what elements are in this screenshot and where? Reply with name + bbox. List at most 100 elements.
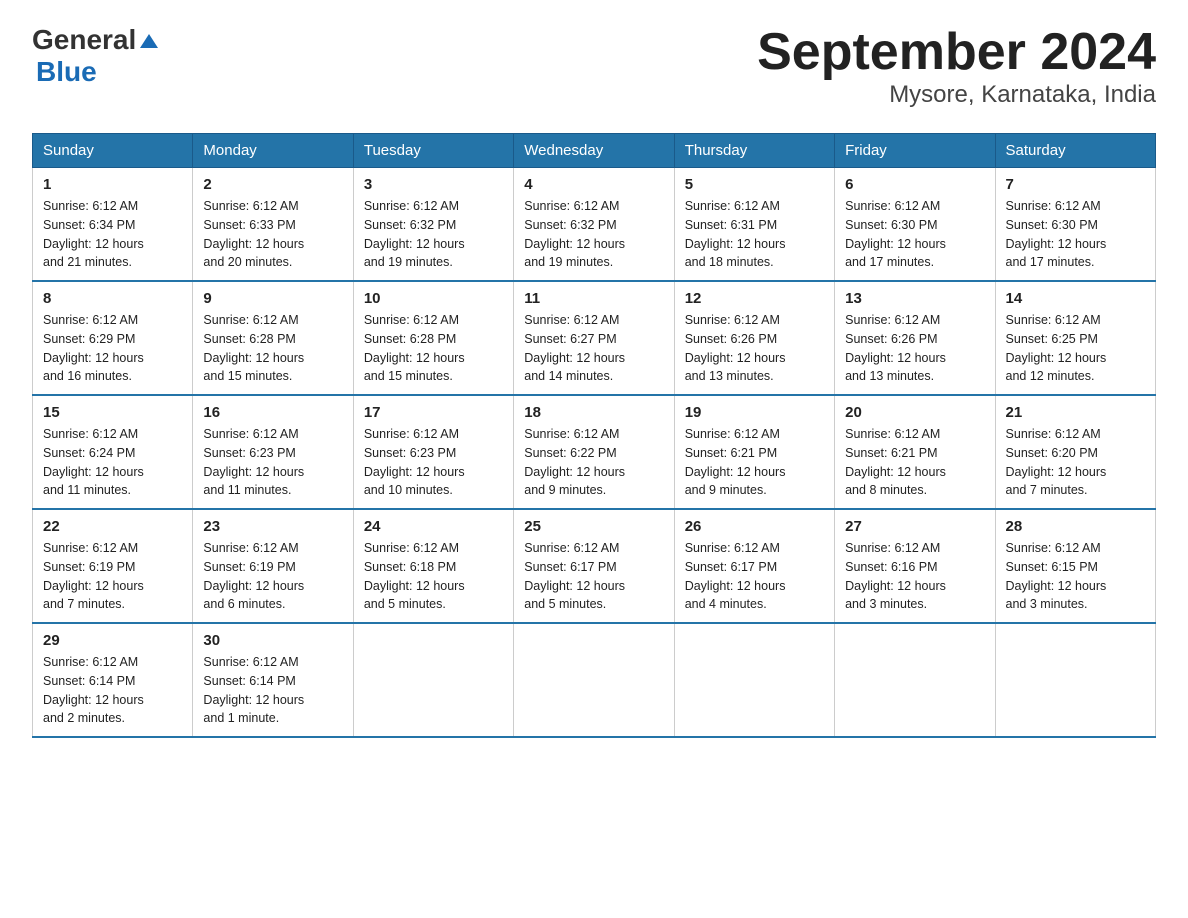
day-number: 6 [845,176,984,193]
day-number: 5 [685,176,824,193]
calendar-cell: 24 Sunrise: 6:12 AMSunset: 6:18 PMDayligh… [353,509,513,623]
day-number: 16 [203,404,342,421]
logo-triangle-icon [138,30,160,52]
calendar-week-5: 29 Sunrise: 6:12 AMSunset: 6:14 PMDayligh… [33,623,1156,737]
calendar-cell: 6 Sunrise: 6:12 AMSunset: 6:30 PMDaylight… [835,168,995,282]
day-info: Sunrise: 6:12 AMSunset: 6:29 PMDaylight:… [43,311,182,386]
calendar-header-saturday: Saturday [995,134,1155,168]
calendar-cell: 8 Sunrise: 6:12 AMSunset: 6:29 PMDaylight… [33,281,193,395]
calendar-body: 1 Sunrise: 6:12 AMSunset: 6:34 PMDaylight… [33,168,1156,738]
calendar-cell: 17 Sunrise: 6:12 AMSunset: 6:23 PMDayligh… [353,395,513,509]
logo: General Blue [32,24,160,88]
calendar-cell: 29 Sunrise: 6:12 AMSunset: 6:14 PMDayligh… [33,623,193,737]
calendar-header-tuesday: Tuesday [353,134,513,168]
day-info: Sunrise: 6:12 AMSunset: 6:21 PMDaylight:… [845,425,984,500]
day-number: 24 [364,518,503,535]
day-info: Sunrise: 6:12 AMSunset: 6:26 PMDaylight:… [685,311,824,386]
calendar-cell: 3 Sunrise: 6:12 AMSunset: 6:32 PMDaylight… [353,168,513,282]
calendar-header-thursday: Thursday [674,134,834,168]
day-number: 27 [845,518,984,535]
calendar-cell: 11Sunrise: 6:12 AMSunset: 6:27 PMDayligh… [514,281,674,395]
day-number: 25 [524,518,663,535]
calendar-cell: 27 Sunrise: 6:12 AMSunset: 6:16 PMDayligh… [835,509,995,623]
calendar-cell: 12 Sunrise: 6:12 AMSunset: 6:26 PMDayligh… [674,281,834,395]
day-number: 13 [845,290,984,307]
calendar-cell: 19 Sunrise: 6:12 AMSunset: 6:21 PMDayligh… [674,395,834,509]
day-number: 2 [203,176,342,193]
day-number: 15 [43,404,182,421]
calendar-header-monday: Monday [193,134,353,168]
calendar-cell: 22 Sunrise: 6:12 AMSunset: 6:19 PMDayligh… [33,509,193,623]
day-number: 11 [524,290,663,307]
day-number: 4 [524,176,663,193]
calendar-cell: 4Sunrise: 6:12 AMSunset: 6:32 PMDaylight… [514,168,674,282]
day-info: Sunrise: 6:12 AMSunset: 6:25 PMDaylight:… [1006,311,1145,386]
day-number: 20 [845,404,984,421]
day-number: 12 [685,290,824,307]
day-info: Sunrise: 6:12 AMSunset: 6:18 PMDaylight:… [364,539,503,614]
calendar-cell: 5Sunrise: 6:12 AMSunset: 6:31 PMDaylight… [674,168,834,282]
calendar-cell: 1 Sunrise: 6:12 AMSunset: 6:34 PMDaylight… [33,168,193,282]
calendar-cell [995,623,1155,737]
calendar-cell: 23Sunrise: 6:12 AMSunset: 6:19 PMDayligh… [193,509,353,623]
day-info: Sunrise: 6:12 AMSunset: 6:28 PMDaylight:… [203,311,342,386]
day-number: 30 [203,632,342,649]
calendar-header-friday: Friday [835,134,995,168]
calendar-cell: 15 Sunrise: 6:12 AMSunset: 6:24 PMDayligh… [33,395,193,509]
calendar-cell: 21Sunrise: 6:12 AMSunset: 6:20 PMDayligh… [995,395,1155,509]
day-info: Sunrise: 6:12 AMSunset: 6:22 PMDaylight:… [524,425,663,500]
calendar-week-3: 15 Sunrise: 6:12 AMSunset: 6:24 PMDayligh… [33,395,1156,509]
day-info: Sunrise: 6:12 AMSunset: 6:20 PMDaylight:… [1006,425,1145,500]
day-info: Sunrise: 6:12 AMSunset: 6:26 PMDaylight:… [845,311,984,386]
day-number: 1 [43,176,182,193]
calendar-cell [514,623,674,737]
day-number: 19 [685,404,824,421]
day-info: Sunrise: 6:12 AMSunset: 6:34 PMDaylight:… [43,197,182,272]
day-info: Sunrise: 6:12 AMSunset: 6:23 PMDaylight:… [364,425,503,500]
day-number: 28 [1006,518,1145,535]
logo-general-text: General [32,24,136,56]
calendar-cell [674,623,834,737]
calendar-header-sunday: Sunday [33,134,193,168]
logo-blue-text: Blue [36,56,97,88]
day-number: 17 [364,404,503,421]
calendar-cell: 2 Sunrise: 6:12 AMSunset: 6:33 PMDaylight… [193,168,353,282]
day-info: Sunrise: 6:12 AMSunset: 6:16 PMDaylight:… [845,539,984,614]
day-info: Sunrise: 6:12 AMSunset: 6:30 PMDaylight:… [845,197,984,272]
calendar-cell: 25Sunrise: 6:12 AMSunset: 6:17 PMDayligh… [514,509,674,623]
day-number: 22 [43,518,182,535]
calendar-table: SundayMondayTuesdayWednesdayThursdayFrid… [32,133,1156,738]
day-info: Sunrise: 6:12 AMSunset: 6:14 PMDaylight:… [43,653,182,728]
day-number: 8 [43,290,182,307]
day-info: Sunrise: 6:12 AMSunset: 6:19 PMDaylight:… [203,539,342,614]
day-number: 18 [524,404,663,421]
day-info: Sunrise: 6:12 AMSunset: 6:30 PMDaylight:… [1006,197,1145,272]
calendar-cell [835,623,995,737]
calendar-week-1: 1 Sunrise: 6:12 AMSunset: 6:34 PMDaylight… [33,168,1156,282]
day-number: 14 [1006,290,1145,307]
day-info: Sunrise: 6:12 AMSunset: 6:33 PMDaylight:… [203,197,342,272]
calendar-header: SundayMondayTuesdayWednesdayThursdayFrid… [33,134,1156,168]
calendar-cell: 18 Sunrise: 6:12 AMSunset: 6:22 PMDayligh… [514,395,674,509]
page-subtitle: Mysore, Karnataka, India [757,81,1156,109]
calendar-cell: 20 Sunrise: 6:12 AMSunset: 6:21 PMDayligh… [835,395,995,509]
calendar-cell [353,623,513,737]
calendar-cell: 10Sunrise: 6:12 AMSunset: 6:28 PMDayligh… [353,281,513,395]
day-info: Sunrise: 6:12 AMSunset: 6:28 PMDaylight:… [364,311,503,386]
calendar-header-row: SundayMondayTuesdayWednesdayThursdayFrid… [33,134,1156,168]
calendar-week-2: 8 Sunrise: 6:12 AMSunset: 6:29 PMDaylight… [33,281,1156,395]
page-header: General Blue September 2024 Mysore, Karn… [32,24,1156,109]
day-number: 29 [43,632,182,649]
day-number: 3 [364,176,503,193]
page-title: September 2024 [757,24,1156,81]
calendar-cell: 13 Sunrise: 6:12 AMSunset: 6:26 PMDayligh… [835,281,995,395]
calendar-cell: 16Sunrise: 6:12 AMSunset: 6:23 PMDayligh… [193,395,353,509]
day-info: Sunrise: 6:12 AMSunset: 6:24 PMDaylight:… [43,425,182,500]
day-info: Sunrise: 6:12 AMSunset: 6:15 PMDaylight:… [1006,539,1145,614]
day-info: Sunrise: 6:12 AMSunset: 6:21 PMDaylight:… [685,425,824,500]
day-info: Sunrise: 6:12 AMSunset: 6:19 PMDaylight:… [43,539,182,614]
day-info: Sunrise: 6:12 AMSunset: 6:32 PMDaylight:… [364,197,503,272]
calendar-header-wednesday: Wednesday [514,134,674,168]
calendar-cell: 14 Sunrise: 6:12 AMSunset: 6:25 PMDayligh… [995,281,1155,395]
calendar-cell: 28 Sunrise: 6:12 AMSunset: 6:15 PMDayligh… [995,509,1155,623]
